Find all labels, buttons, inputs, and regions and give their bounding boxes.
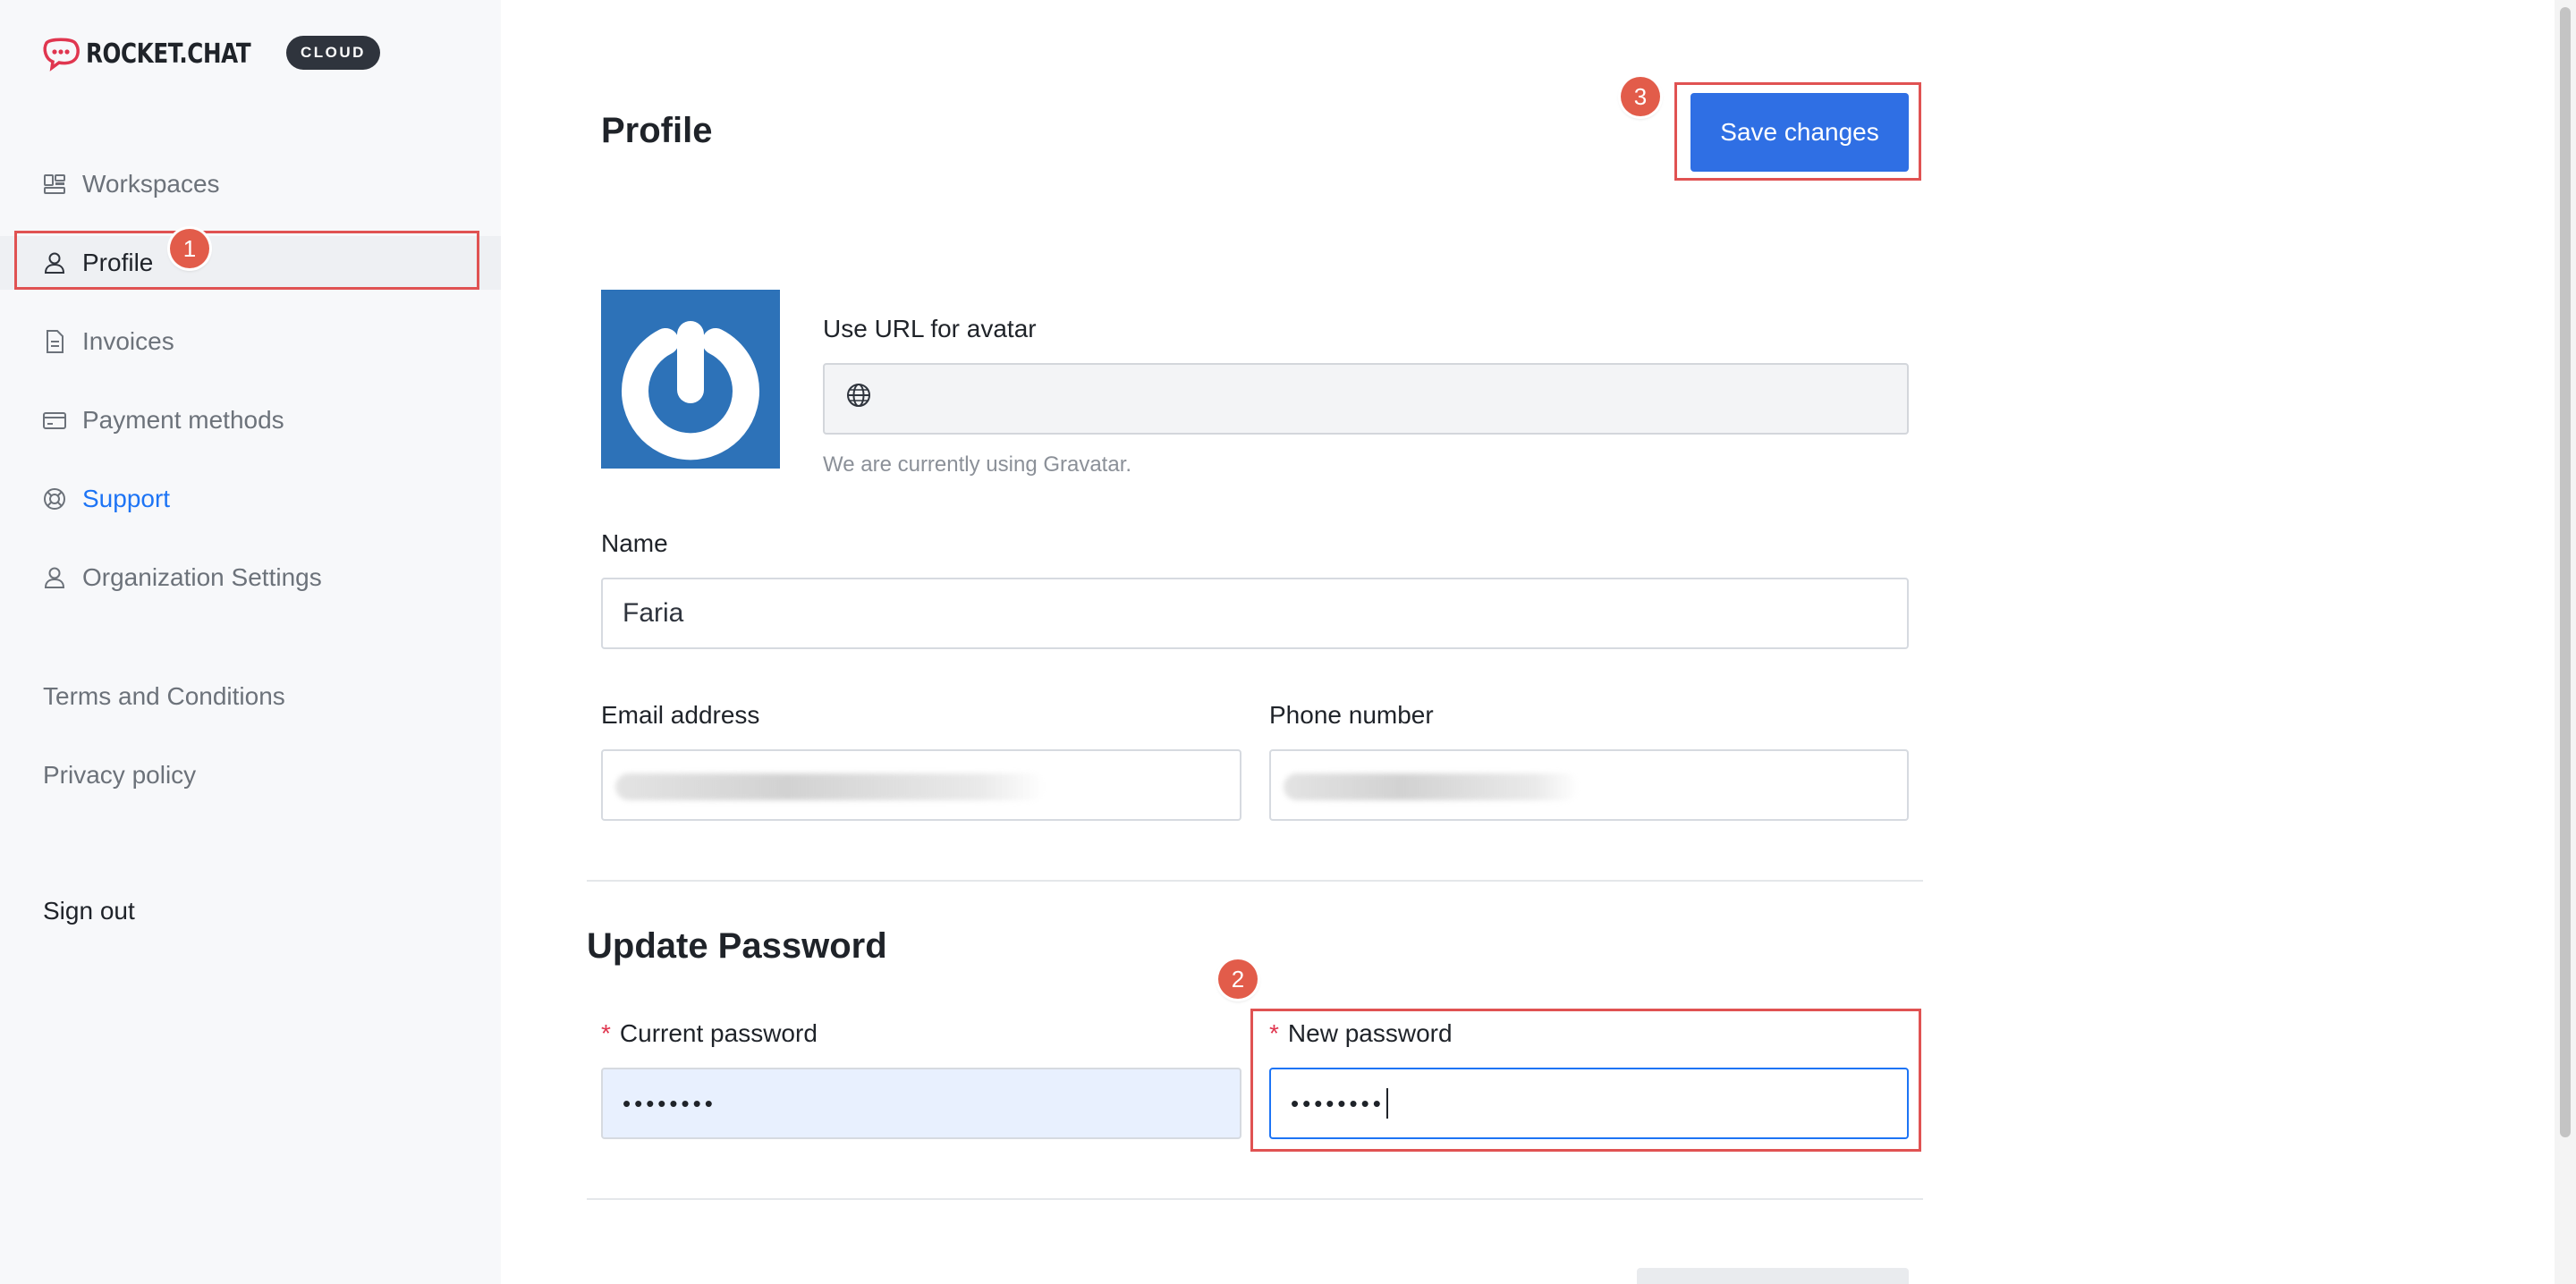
scrollbar[interactable] [2555, 0, 2576, 1284]
annotation-box-new-password [1250, 1009, 1921, 1152]
sidebar: ROCKET.CHAT CLOUD Workspaces Profile Inv… [0, 0, 501, 1284]
redacted-email [615, 773, 1045, 800]
privacy-link[interactable]: Privacy policy [43, 761, 196, 790]
annotation-badge-2: 2 [1218, 959, 1258, 999]
sign-out-link[interactable]: Sign out [43, 897, 135, 925]
cloud-badge: CLOUD [286, 36, 380, 70]
name-value: Faria [623, 598, 684, 628]
email-input[interactable] [601, 749, 1241, 821]
brand-name: ROCKET.CHAT [86, 38, 251, 70]
email-label: Email address [601, 701, 760, 729]
phone-label: Phone number [1269, 701, 1434, 729]
current-password-label: * Current password [601, 1019, 818, 1048]
name-input[interactable]: Faria [601, 578, 1909, 649]
annotation-box-save [1674, 82, 1921, 181]
avatar-hint: We are currently using Gravatar. [823, 452, 1132, 477]
avatar [601, 290, 780, 469]
brand[interactable]: ROCKET.CHAT CLOUD [41, 36, 380, 72]
sidebar-item-payment-methods[interactable]: Payment methods [0, 393, 501, 447]
update-password-button[interactable] [1637, 1268, 1909, 1284]
sidebar-item-invoices[interactable]: Invoices [0, 315, 501, 368]
avatar-url-input[interactable] [823, 363, 1909, 435]
lifebuoy-icon [41, 486, 68, 512]
user-icon [41, 564, 68, 591]
annotation-box-profile [14, 231, 479, 290]
current-password-input[interactable]: •••••••• [601, 1068, 1241, 1139]
annotation-badge-1: 1 [170, 229, 209, 268]
sidebar-item-support[interactable]: Support [0, 472, 501, 526]
sidebar-item-label: Organization Settings [82, 563, 322, 591]
sidebar-item-label: Workspaces [82, 170, 220, 198]
rocket-chat-logo-icon [43, 38, 80, 72]
sidebar-item-label: Invoices [82, 327, 174, 355]
current-password-value: •••••••• [623, 1089, 716, 1117]
section-divider [587, 880, 1923, 882]
gravatar-icon [622, 321, 759, 460]
phone-input[interactable] [1269, 749, 1909, 821]
scrollbar-thumb[interactable] [2560, 7, 2571, 1137]
sidebar-item-organization-settings[interactable]: Organization Settings [0, 551, 501, 604]
sidebar-item-label: Support [82, 485, 171, 512]
page-title: Profile [601, 111, 713, 150]
terms-link[interactable]: Terms and Conditions [43, 682, 285, 711]
update-password-title: Update Password [587, 926, 887, 966]
required-mark: * [601, 1019, 611, 1047]
name-label: Name [601, 529, 668, 557]
credit-card-icon [41, 407, 68, 434]
annotation-badge-3: 3 [1621, 77, 1660, 116]
globe-icon [844, 381, 873, 417]
document-icon [41, 328, 68, 355]
sidebar-item-workspaces[interactable]: Workspaces [0, 157, 501, 211]
avatar-url-label: Use URL for avatar [823, 315, 1037, 342]
workspaces-icon [41, 171, 68, 198]
section-divider [587, 1198, 1923, 1200]
current-password-label-text: Current password [619, 1019, 818, 1047]
redacted-phone [1284, 773, 1579, 800]
sidebar-item-label: Payment methods [82, 406, 284, 434]
